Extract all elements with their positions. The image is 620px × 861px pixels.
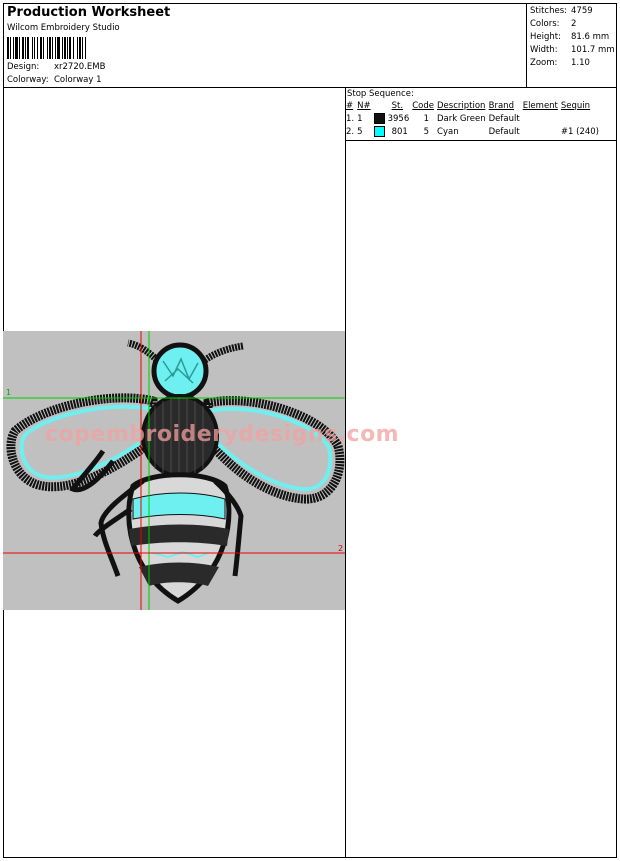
- row-num: 1.: [346, 113, 355, 124]
- barcode-bar: [13, 37, 14, 59]
- header-divider: [3, 87, 617, 88]
- row-stitches: 3956: [387, 113, 410, 124]
- row-code: 5: [423, 126, 430, 137]
- height-label: Height:: [530, 32, 561, 42]
- colors-label: Colors:: [530, 19, 560, 29]
- barcode-bar: [15, 37, 18, 59]
- stop-sequence-table: # N# St. Code Description Brand Element …: [346, 100, 602, 138]
- stitches-label: Stitches:: [530, 6, 568, 16]
- row-needle: 5: [357, 126, 363, 137]
- zoom-label: Zoom:: [530, 58, 558, 68]
- col-brand: Brand: [488, 101, 514, 111]
- embroidery-design-bee: 1 2: [3, 331, 345, 610]
- barcode-bar: [34, 37, 35, 59]
- right-wing: [203, 396, 345, 504]
- color-swatch: [373, 113, 385, 124]
- width-label: Width:: [530, 45, 558, 55]
- barcode-bar: [52, 37, 53, 59]
- table-row: 2. 5 801 5 Cyan Default #1 (240): [346, 125, 602, 138]
- software-name: Wilcom Embroidery Studio: [7, 23, 120, 33]
- barcode-bar: [25, 37, 26, 59]
- barcode-bar: [73, 37, 74, 59]
- design-value: xr2720.EMB: [54, 62, 106, 72]
- color-swatch: [373, 126, 385, 137]
- row-swatch: [373, 112, 388, 125]
- barcode-bar: [64, 37, 66, 59]
- barcode-bar: [40, 37, 42, 59]
- barcode-bar: [37, 37, 38, 59]
- barcode-bar: [62, 37, 63, 59]
- page-title: Production Worksheet: [7, 5, 171, 20]
- barcode-bar: [19, 37, 20, 59]
- stop-sequence-title: Stop Sequence:: [347, 89, 414, 99]
- row-sequin: #1 (240): [560, 126, 599, 137]
- barcode-bar: [55, 37, 56, 59]
- barcode-bar: [43, 37, 44, 59]
- stop-sequence-header-row: # N# St. Code Description Brand Element …: [346, 100, 602, 112]
- col-swatch: [374, 100, 388, 112]
- row-swatch: [373, 125, 388, 138]
- colorway-value: Colorway 1: [54, 75, 102, 85]
- barcode-bar: [27, 37, 29, 59]
- barcode-bar: [10, 37, 11, 59]
- barcode-bar: [77, 37, 78, 59]
- col-code: Code: [412, 101, 435, 111]
- stitches-value: 4759: [571, 6, 593, 16]
- barcode-bar: [22, 37, 24, 59]
- design-label: Design:: [7, 62, 40, 72]
- height-value: 81.6 mm: [571, 32, 610, 42]
- watermark: copembroiderydesigns.com: [45, 422, 400, 447]
- barcode-bar: [49, 37, 51, 59]
- row-brand: Default: [488, 113, 520, 124]
- colorway-label: Colorway:: [7, 75, 49, 85]
- barcode-bar: [7, 37, 9, 59]
- barcode: [7, 37, 130, 59]
- col-element: Element: [522, 101, 558, 111]
- col-stitches: St.: [391, 101, 404, 111]
- row-needle: 1: [357, 113, 363, 124]
- row-sequin: [561, 112, 602, 125]
- row-brand: Default: [488, 126, 520, 137]
- stops-divider: [345, 140, 617, 141]
- width-value: 101.7 mm: [571, 45, 615, 55]
- col-sequin: Sequin: [560, 101, 591, 111]
- barcode-bar: [79, 37, 81, 59]
- preview-divider: [345, 87, 346, 858]
- row-description: Cyan: [437, 126, 459, 137]
- barcode-bar: [32, 37, 33, 59]
- zoom-value: 1.10: [571, 58, 590, 68]
- guide-marker-1: 1: [6, 388, 11, 397]
- barcode-bar: [69, 37, 71, 59]
- barcode-bar: [82, 37, 83, 59]
- col-description: Description: [437, 101, 486, 111]
- barcode-bar: [57, 37, 60, 59]
- barcode-bar: [47, 37, 48, 59]
- barcode-bar: [85, 37, 86, 59]
- row-num: 2.: [346, 126, 355, 137]
- table-row: 1. 1 3956 1 Dark Green Default: [346, 112, 602, 125]
- stats-divider: [526, 3, 527, 87]
- design-preview: 1 2 copembroiderydesigns.com: [3, 331, 399, 610]
- guide-marker-2: 2: [338, 544, 343, 553]
- row-element: [523, 125, 561, 138]
- row-stitches: 801: [391, 126, 408, 137]
- col-needle: N#: [357, 101, 371, 111]
- col-num: #: [346, 101, 354, 111]
- row-description: Dark Green: [437, 113, 486, 124]
- row-code: 1: [423, 113, 430, 124]
- colors-value: 2: [571, 19, 577, 29]
- barcode-bar: [67, 37, 68, 59]
- row-element: [523, 112, 561, 125]
